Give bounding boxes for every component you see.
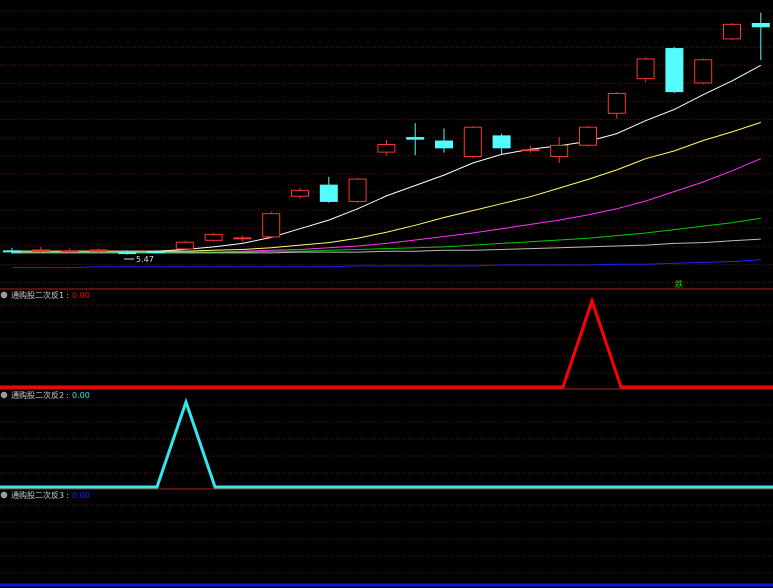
indicator-title: 通购股二次反3	[11, 490, 64, 500]
panel-menu-icon	[0, 291, 8, 299]
indicator-value: 0.00	[72, 491, 90, 500]
candle-body	[377, 144, 396, 153]
indicator-separator: :	[66, 291, 69, 300]
candle	[579, 125, 597, 147]
candle	[550, 137, 569, 164]
candle-body	[204, 233, 223, 241]
panel-menu-icon	[0, 491, 8, 499]
indicator-title: 通购股二次反1	[11, 290, 64, 300]
candle-body	[406, 137, 425, 140]
signal-marker: 跌	[675, 279, 683, 289]
indicator-panel-3: 通购股二次反3:0.00	[0, 490, 773, 587]
moving-average-line	[12, 158, 761, 253]
candle-body	[550, 144, 569, 157]
candle	[406, 123, 425, 156]
candle-body	[492, 135, 511, 149]
candle	[636, 57, 655, 82]
candle-body	[521, 149, 540, 152]
indicator-value: 0.00	[72, 391, 90, 400]
indicator-panel-1: 通购股二次反1:0.00	[0, 290, 773, 390]
candle-body	[607, 92, 626, 114]
candle	[463, 125, 482, 158]
candle	[694, 58, 713, 85]
candle-body	[463, 126, 482, 157]
candle-body	[751, 22, 770, 28]
candle	[233, 235, 252, 242]
candle-body	[435, 140, 453, 149]
candle-body	[31, 249, 50, 252]
candle	[348, 177, 367, 203]
candle	[377, 139, 396, 156]
candle-body	[262, 213, 281, 238]
moving-average-line	[12, 217, 761, 253]
candle-body	[579, 126, 597, 146]
stock-chart: 5.47跌 通购股二次反1:0.00 通购股二次反2:0.00 通购股二次反3:…	[0, 10, 773, 587]
candle-body	[319, 184, 338, 202]
candle	[60, 248, 79, 253]
candle-body	[89, 249, 108, 252]
candle	[723, 22, 741, 41]
indicator-separator: :	[66, 391, 69, 400]
indicator-panel-2: 通购股二次反2:0.00	[0, 390, 773, 490]
candle-body	[723, 23, 741, 40]
candle	[665, 47, 684, 93]
indicator-separator: :	[66, 491, 69, 500]
candle	[204, 233, 223, 242]
candle	[492, 133, 511, 155]
panel-menu-icon	[0, 391, 8, 399]
candle	[435, 128, 453, 153]
indicator-line	[0, 397, 773, 489]
candle	[291, 188, 309, 199]
moving-average-line	[12, 259, 761, 269]
candle-body	[147, 251, 165, 254]
indicator-line	[0, 296, 773, 389]
candle-body	[665, 48, 684, 93]
candle-body	[3, 250, 21, 253]
candle-body	[694, 59, 713, 84]
candle-body	[175, 241, 194, 250]
candle-body	[60, 250, 79, 253]
candle	[262, 211, 281, 239]
indicator-value: 0.00	[72, 291, 90, 300]
candle	[607, 92, 626, 119]
candle-body	[118, 252, 137, 255]
main-price-panel: 5.47 跌	[0, 10, 773, 290]
candle	[319, 176, 338, 203]
candle	[521, 145, 540, 153]
candle	[751, 12, 770, 61]
candle-body	[233, 237, 252, 240]
candle-body	[348, 178, 367, 202]
min-price-label: 5.47	[136, 255, 154, 264]
indicator-title: 通购股二次反2	[11, 390, 64, 400]
candle-body	[636, 58, 655, 80]
candle-body	[291, 189, 309, 197]
